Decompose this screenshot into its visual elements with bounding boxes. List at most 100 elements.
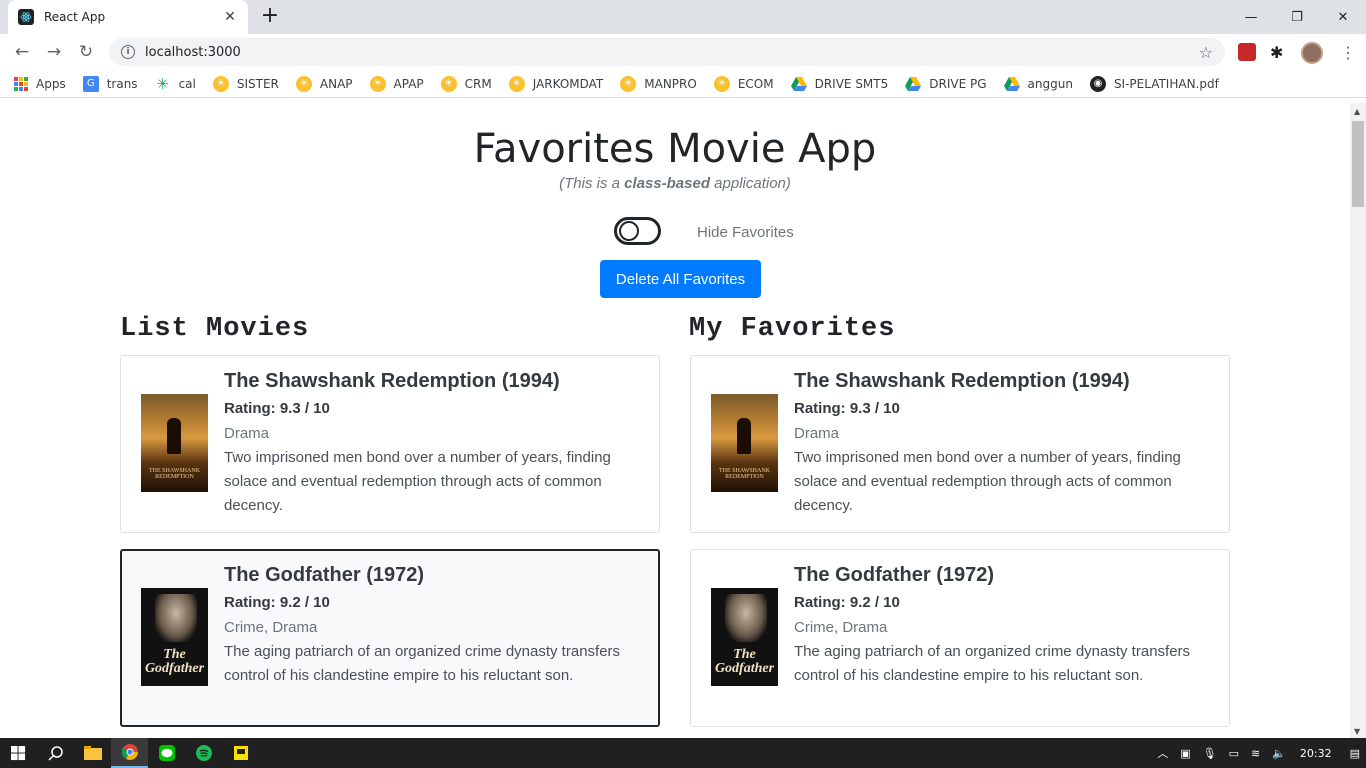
system-tray: ︿ ▣ 🎙 ▭ ≋ 🔈 20:32 ▤: [1151, 738, 1366, 768]
volume-icon[interactable]: 🔈: [1272, 747, 1286, 760]
microphone-icon[interactable]: 🎙: [1203, 747, 1217, 760]
file-explorer-icon[interactable]: [74, 738, 111, 768]
bookmark-item[interactable]: Gtrans: [82, 75, 138, 92]
url-text[interactable]: localhost:3000: [145, 45, 1199, 60]
bookmark-label: DRIVE SMT5: [814, 76, 889, 91]
bookmark-label: ANAP: [319, 76, 353, 91]
bookmark-label: SISTER: [236, 76, 279, 91]
windows-taskbar: ︿ ▣ 🎙 ▭ ≋ 🔈 20:32 ▤: [0, 738, 1366, 768]
movie-description: The aging patriarch of an organized crim…: [224, 643, 621, 684]
scroll-thumb[interactable]: [1352, 121, 1364, 207]
movie-description: Two imprisoned men bond over a number of…: [224, 449, 611, 514]
bookmark-label: anggun: [1027, 76, 1073, 91]
window-controls: — ❐ ✕: [1228, 0, 1366, 34]
bookmark-item[interactable]: ☀ JARKOMDAT: [508, 75, 603, 92]
page-subtitle: (This is a class-based application): [559, 175, 791, 192]
notifications-icon[interactable]: ▤: [1350, 747, 1360, 760]
movie-rating: Rating: 9.2 / 10: [794, 594, 900, 611]
bookmark-item[interactable]: ☀ ANAP: [295, 75, 353, 92]
movie-genre: Crime, Drama: [794, 619, 888, 636]
my-favorites-heading: My Favorites: [689, 314, 896, 344]
movie-poster: THE SHAWSHANK REDEMPTION: [141, 394, 208, 492]
favorite-card[interactable]: THE SHAWSHANK REDEMPTION The Shawshank R…: [690, 355, 1230, 533]
university-logo-icon: ☀: [369, 75, 386, 92]
site-info-icon[interactable]: i: [121, 45, 135, 59]
chevron-up-icon[interactable]: ︿: [1157, 745, 1168, 761]
browser-tab-strip: React App ✕ + — ❐ ✕: [0, 0, 1366, 34]
bookmark-label: MANPRO: [644, 76, 697, 91]
bookmark-item[interactable]: ☀ MANPRO: [620, 75, 697, 92]
close-window-icon[interactable]: ✕: [1320, 0, 1366, 34]
close-tab-icon[interactable]: ✕: [222, 9, 238, 25]
university-logo-icon: ☀: [713, 75, 730, 92]
search-icon[interactable]: [37, 738, 74, 768]
bookmark-item[interactable]: DRIVE SMT5: [790, 76, 889, 92]
new-tab-icon[interactable]: +: [258, 4, 282, 28]
minimize-icon[interactable]: —: [1228, 0, 1274, 34]
movie-card[interactable]: THE SHAWSHANK REDEMPTION The Shawshank R…: [120, 355, 660, 533]
bookmarks-bar: Apps Gtrans ✳ cal ☀ SISTER ☀ ANAP ☀ APAP ☀ CRM ☀ JARK…: [0, 70, 1366, 98]
restore-icon[interactable]: ❐: [1274, 0, 1320, 34]
bookmark-item[interactable]: DRIVE PG: [905, 76, 987, 92]
bookmark-label: APAP: [393, 76, 424, 91]
movie-description: The aging patriarch of an organized crim…: [794, 643, 1191, 684]
sticky-notes-icon[interactable]: [222, 738, 259, 768]
movie-card-selected[interactable]: The Godfather The Godfather (1972) Ratin…: [120, 549, 660, 727]
bookmark-star-icon[interactable]: ☆: [1199, 43, 1213, 62]
scroll-down-icon[interactable]: ▼: [1354, 727, 1360, 736]
calendar-icon: ✳: [156, 74, 169, 93]
profile-avatar[interactable]: [1301, 42, 1323, 64]
back-icon[interactable]: ←: [6, 36, 38, 68]
movie-poster: The Godfather: [711, 588, 778, 686]
forward-icon[interactable]: →: [38, 36, 70, 68]
university-logo-icon: ☀: [620, 75, 637, 92]
google-drive-icon: [905, 76, 922, 92]
favorite-card[interactable]: The Godfather The Godfather (1972) Ratin…: [690, 549, 1230, 727]
browser-toolbar: ← → ↻ i localhost:3000 ☆ ✱ ⋮: [0, 34, 1366, 70]
movie-poster: THE SHAWSHANK REDEMPTION: [711, 394, 778, 492]
delete-all-favorites-button[interactable]: Delete All Favorites: [600, 260, 761, 298]
bookmark-label: DRIVE PG: [929, 76, 987, 91]
extension-icon[interactable]: [1238, 43, 1256, 61]
wifi-icon[interactable]: ≋: [1251, 747, 1260, 760]
browser-menu-icon[interactable]: ⋮: [1340, 38, 1356, 66]
clock[interactable]: 20:32: [1300, 747, 1332, 760]
movie-description: Two imprisoned men bond over a number of…: [794, 449, 1181, 514]
bookmark-item[interactable]: anggun: [1003, 76, 1073, 92]
bookmark-item[interactable]: ✳ cal: [155, 74, 196, 93]
windows-start-icon[interactable]: [0, 738, 37, 768]
chrome-icon[interactable]: [111, 738, 148, 768]
bookmark-item[interactable]: ◉ SI-PELATIHAN.pdf: [1089, 75, 1219, 92]
browser-tab[interactable]: React App ✕: [8, 0, 248, 34]
battery-icon[interactable]: ▭: [1229, 747, 1239, 760]
google-drive-icon: [790, 76, 807, 92]
movie-poster: The Godfather: [141, 588, 208, 686]
google-drive-icon: [1003, 76, 1020, 92]
university-logo-icon: ☀: [212, 75, 229, 92]
university-logo-icon: ☀: [440, 75, 457, 92]
globe-icon: ◉: [1089, 75, 1106, 92]
battery-saver-icon[interactable]: ▣: [1180, 747, 1190, 760]
bookmark-item[interactable]: ☀ ECOM: [713, 75, 774, 92]
movie-rating: Rating: 9.3 / 10: [224, 400, 330, 417]
address-bar[interactable]: i localhost:3000 ☆: [109, 38, 1225, 66]
reload-icon[interactable]: ↻: [70, 36, 102, 68]
page-scrollbar[interactable]: ▲ ▼: [1350, 103, 1366, 738]
bookmark-item[interactable]: Apps: [14, 76, 66, 91]
extensions-puzzle-icon[interactable]: ✱: [1270, 38, 1283, 66]
bookmark-label: ECOM: [737, 76, 774, 91]
page-title: Favorites Movie App: [473, 126, 877, 172]
spotify-icon[interactable]: [185, 738, 222, 768]
toggle-knob: [619, 221, 639, 241]
scroll-up-icon[interactable]: ▲: [1354, 107, 1360, 116]
movie-title: The Godfather (1972): [224, 564, 425, 586]
bookmark-item[interactable]: ☀ CRM: [440, 75, 492, 92]
bookmark-item[interactable]: ☀ APAP: [369, 75, 424, 92]
university-logo-icon: ☀: [508, 75, 525, 92]
movie-genre: Drama: [224, 425, 270, 442]
line-app-icon[interactable]: [148, 738, 185, 768]
bookmark-item[interactable]: ☀ SISTER: [212, 75, 279, 92]
hide-favorites-toggle[interactable]: [614, 217, 661, 245]
movie-title: The Godfather (1972): [794, 564, 995, 586]
list-movies-heading: List Movies: [120, 314, 310, 344]
